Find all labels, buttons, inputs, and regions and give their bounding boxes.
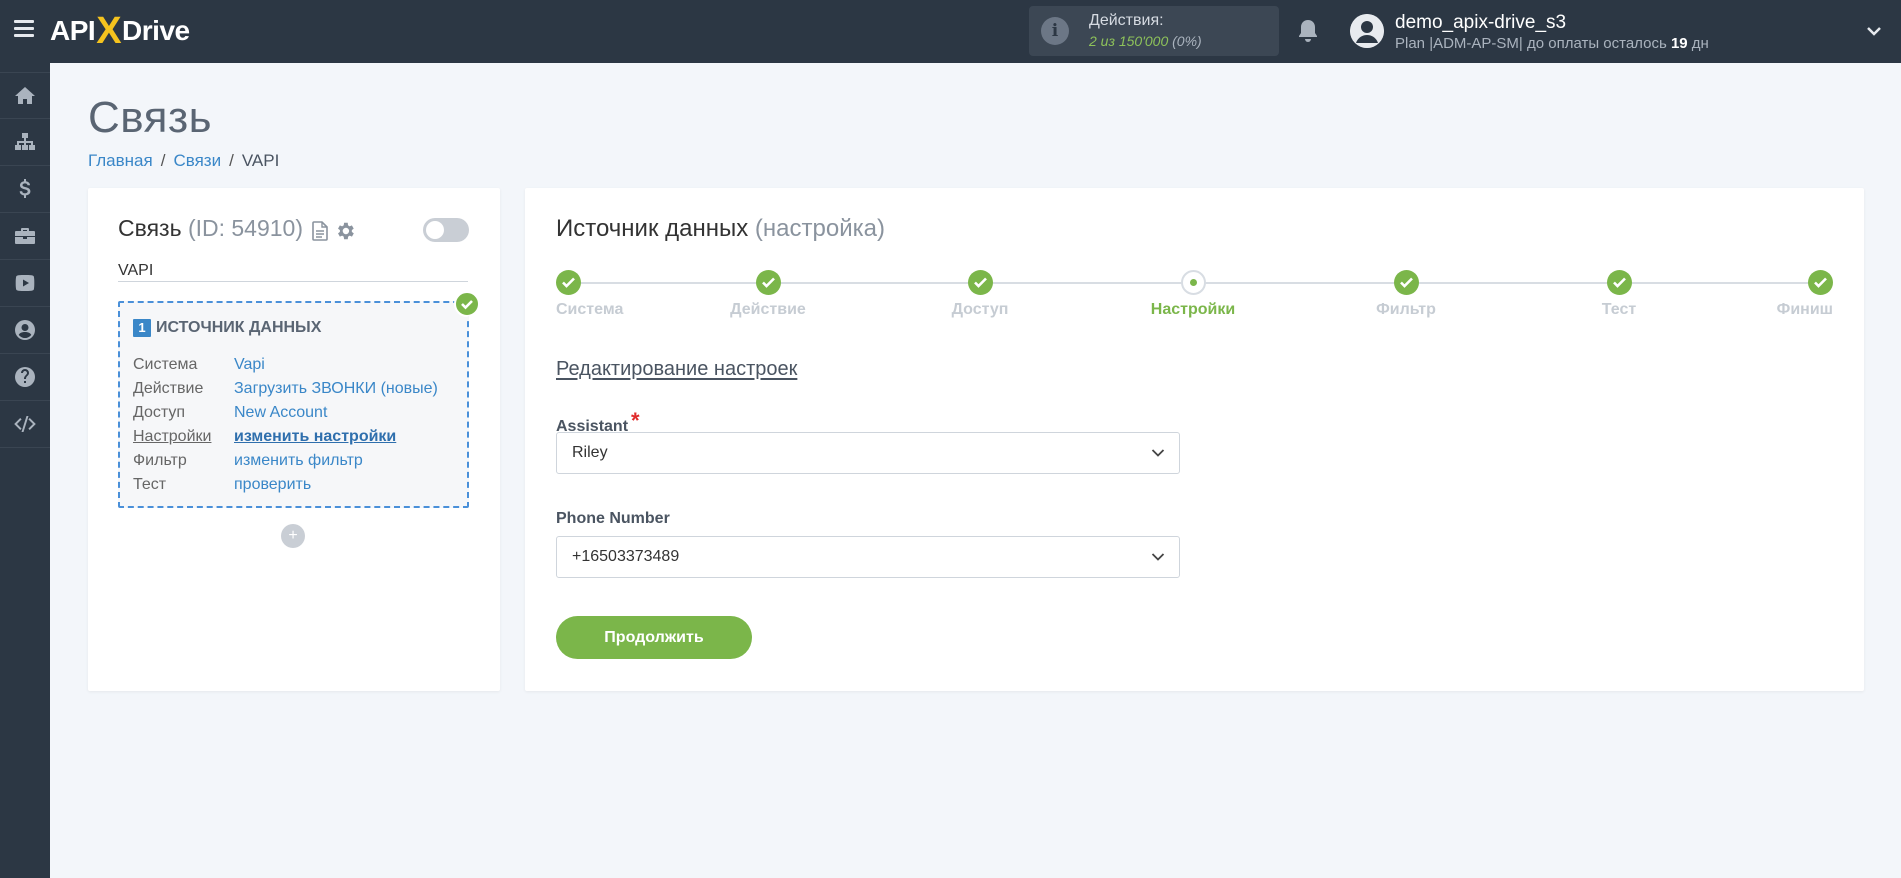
step-access[interactable]: Доступ	[910, 270, 1050, 319]
source-test-link[interactable]: проверить	[234, 475, 311, 499]
step-check-icon	[967, 270, 993, 295]
source-row-action: Действие Загрузить ЗВОНКИ (новые)	[133, 379, 438, 403]
actions-counter[interactable]: i Действия: 2 из 150'000 (0%)	[1029, 6, 1279, 56]
step-action[interactable]: Действие	[698, 270, 838, 319]
user-circle-icon	[15, 320, 35, 340]
home-icon	[15, 86, 35, 104]
assistant-select[interactable]: Riley	[556, 432, 1180, 474]
sitemap-icon	[15, 133, 35, 150]
add-block-button[interactable]: +	[281, 524, 305, 548]
sidebar-item-billing[interactable]	[0, 166, 50, 213]
sidebar	[0, 63, 50, 878]
source-row-filter: Фильтр изменить фильтр	[133, 451, 438, 475]
source-settings-link[interactable]: изменить настройки	[234, 427, 396, 451]
sidebar-item-home[interactable]	[0, 72, 50, 119]
page-title: Связь	[88, 93, 213, 142]
continue-button[interactable]: Продолжить	[556, 616, 752, 659]
step-check-icon	[1393, 270, 1419, 295]
settings-title: Источник данных (настройка)	[556, 215, 885, 242]
sidebar-item-profile[interactable]	[0, 307, 50, 354]
document-icon[interactable]	[312, 221, 328, 241]
chevron-down-icon[interactable]	[1865, 22, 1883, 40]
user-plan: Plan |ADM-AP-SM| до оплаты осталось 19 д…	[1395, 35, 1709, 52]
source-row-settings: Настройки изменить настройки	[133, 427, 438, 451]
menu-icon[interactable]	[14, 20, 34, 38]
chevron-down-icon	[1151, 449, 1165, 457]
source-system-link[interactable]: Vapi	[234, 355, 265, 379]
sidebar-item-connections[interactable]	[0, 119, 50, 166]
connection-card: Связь (ID: 54910) VAPI 1 ИСТОЧНИК ДАННЫХ …	[88, 188, 500, 691]
info-icon: i	[1041, 17, 1069, 45]
question-icon	[15, 367, 35, 387]
phone-number-select[interactable]: +16503373489	[556, 536, 1180, 578]
source-access-link[interactable]: New Account	[234, 403, 327, 427]
step-finish[interactable]: Финиш	[1693, 270, 1833, 319]
settings-card: Источник данных (настройка) Система Дейс…	[525, 188, 1864, 691]
connection-toggle[interactable]	[423, 218, 469, 242]
step-check-icon	[755, 270, 781, 295]
breadcrumb-current: VAPI	[241, 151, 280, 170]
step-check-icon	[1808, 270, 1833, 295]
source-row-access: Доступ New Account	[133, 403, 438, 427]
actions-value: 2 из 150'000 (0%)	[1089, 33, 1202, 49]
sidebar-item-video[interactable]	[0, 260, 50, 307]
sidebar-item-api[interactable]	[0, 401, 50, 448]
source-row-test: Тест проверить	[133, 475, 438, 499]
avatar[interactable]	[1350, 14, 1384, 48]
step-current-icon	[1180, 270, 1206, 295]
source-action-link[interactable]: Загрузить ЗВОНКИ (новые)	[234, 379, 438, 403]
bell-icon[interactable]	[1296, 18, 1320, 44]
code-icon	[14, 416, 36, 432]
check-icon	[454, 291, 480, 317]
step-test[interactable]: Тест	[1549, 270, 1689, 319]
gear-icon[interactable]	[334, 220, 356, 242]
breadcrumb-connections[interactable]: Связи	[173, 151, 221, 170]
dollar-icon	[19, 179, 31, 198]
actions-label: Действия:	[1089, 12, 1164, 29]
step-settings[interactable]: Настройки	[1123, 270, 1263, 319]
top-bar: API X Drive i Действия: 2 из 150'000 (0%) …	[0, 0, 1901, 63]
source-details: Система Vapi Действие Загрузить ЗВОНКИ (но…	[133, 355, 438, 499]
step-filter[interactable]: Фильтр	[1336, 270, 1476, 319]
apixdrive-logo[interactable]: API X Drive	[50, 10, 190, 52]
user-name[interactable]: demo_apix-drive_s3	[1395, 12, 1566, 34]
source-row-system: Система Vapi	[133, 355, 438, 379]
section-title: Редактирование настроек	[556, 358, 798, 380]
youtube-icon	[15, 275, 35, 291]
breadcrumb-home[interactable]: Главная	[88, 151, 153, 170]
connection-title: Связь (ID: 54910)	[118, 215, 304, 241]
connection-name[interactable]: VAPI	[118, 260, 468, 282]
chevron-down-icon	[1151, 553, 1165, 561]
sidebar-item-tools[interactable]	[0, 213, 50, 260]
source-filter-link[interactable]: изменить фильтр	[234, 451, 363, 475]
step-system[interactable]: Система	[556, 270, 696, 319]
phone-number-label: Phone Number	[556, 510, 670, 527]
progress-steps: Система Действие Доступ Настройки Фильтр…	[556, 270, 1833, 318]
data-source-block[interactable]: 1 ИСТОЧНИК ДАННЫХ Система Vapi Действие Заг…	[118, 301, 469, 508]
sidebar-item-help[interactable]	[0, 354, 50, 401]
step-check-icon	[1606, 270, 1632, 295]
briefcase-icon	[15, 228, 35, 244]
breadcrumb: Главная / Связи / VAPI	[88, 151, 280, 170]
source-heading: 1 ИСТОЧНИК ДАННЫХ	[133, 319, 321, 337]
step-check-icon	[556, 270, 581, 295]
